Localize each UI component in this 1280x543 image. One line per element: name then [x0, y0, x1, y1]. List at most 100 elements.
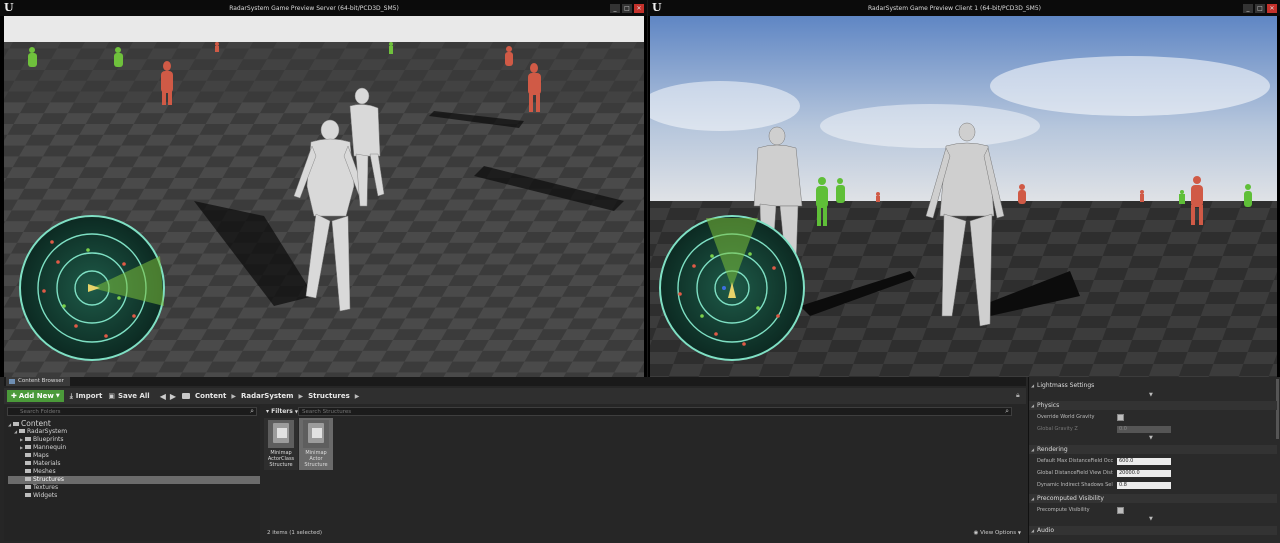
folder-icon — [25, 469, 31, 473]
server-viewport[interactable] — [4, 16, 644, 377]
breadcrumb-separator-icon[interactable]: ▶ — [355, 393, 360, 400]
lock-icon[interactable]: 🔒︎ — [1016, 391, 1022, 399]
section-rendering[interactable]: Rendering — [1029, 445, 1277, 454]
section-precomputed-visibility[interactable]: Precomputed Visibility — [1029, 494, 1277, 503]
expand-arrow-icon[interactable]: ▼ — [1149, 435, 1153, 441]
asset-name: Minimap ActorClass Structure — [267, 450, 295, 468]
tree-item-label: Materials — [33, 460, 61, 467]
property-label: Global Gravity Z — [1037, 426, 1078, 432]
tree-item-meshes[interactable]: Meshes — [8, 468, 260, 476]
folder-icon — [13, 422, 19, 426]
search-folders-input[interactable] — [8, 408, 256, 415]
breadcrumb-item[interactable]: Structures — [308, 392, 350, 400]
client-game-window[interactable]: U RadarSystem Game Preview Client 1 (64-… — [648, 0, 1280, 377]
breadcrumb-separator-icon[interactable]: ▶ — [298, 393, 303, 400]
content-browser-icon — [9, 379, 15, 384]
tree-item-label: Maps — [33, 452, 49, 459]
server-title-bar[interactable]: U RadarSystem Game Preview Server (64-bi… — [0, 0, 647, 16]
import-button[interactable]: ⤓ Import — [70, 390, 103, 402]
precompute-visibility-checkbox[interactable] — [1117, 507, 1124, 514]
asset-tile[interactable]: Minimap Actor Structure — [299, 418, 333, 470]
content-browser-tab-label: Content Browser — [18, 378, 64, 384]
global-gravity-z-field[interactable]: 0.0 — [1117, 426, 1171, 433]
tree-item-label: Content — [21, 419, 51, 428]
tree-item-label: Textures — [33, 484, 59, 491]
override-world-gravity-checkbox[interactable] — [1117, 414, 1124, 421]
asset-name: Minimap Actor Structure — [304, 450, 328, 468]
tree-item-radarsystem[interactable]: ◢ RadarSystem — [8, 428, 260, 436]
property-row: Precompute Visibility — [1029, 505, 1277, 516]
property-label: Override World Gravity — [1037, 414, 1095, 420]
view-options-button[interactable]: ◉ View Options ▼ — [974, 530, 1021, 536]
tree-item-materials[interactable]: Materials — [8, 460, 260, 468]
section-audio[interactable]: Audio — [1029, 526, 1277, 535]
global-df-view-field[interactable]: 20000.0 — [1117, 470, 1171, 477]
default-max-df-field[interactable]: 600.0 — [1117, 458, 1171, 465]
tree-item-content[interactable]: ◢ Content — [8, 419, 260, 428]
content-browser-tab[interactable]: Content Browser — [6, 377, 70, 386]
filters-label: Filters — [271, 408, 293, 415]
folder-icon — [25, 445, 31, 449]
maximize-button[interactable]: □ — [622, 3, 632, 13]
tree-item-label: Mannequin — [33, 444, 67, 451]
property-row: Global Gravity Z 0.0 — [1029, 424, 1277, 435]
assets-panel: ▾ Filters ▼ ⌕ Minimap ActorClass Structu… — [262, 405, 1026, 541]
back-arrow-icon[interactable]: ◀ — [160, 392, 166, 401]
search-folders-box: ⌕ — [7, 407, 257, 416]
section-lightmass-settings[interactable]: Lightmass Settings — [1029, 381, 1277, 390]
client-title-bar[interactable]: U RadarSystem Game Preview Client 1 (64-… — [648, 0, 1280, 16]
asset-tile[interactable]: Minimap ActorClass Structure — [264, 418, 298, 470]
tree-item-structures[interactable]: Structures — [8, 476, 260, 484]
folder-icon — [25, 477, 31, 481]
add-icon: ✚ — [11, 392, 17, 400]
folder-icon — [182, 393, 190, 399]
tree-item-textures[interactable]: Textures — [8, 484, 260, 492]
section-physics[interactable]: Physics — [1029, 401, 1277, 410]
expand-arrow-icon[interactable]: ▼ — [1149, 516, 1153, 522]
import-label: Import — [75, 392, 103, 400]
folder-icon — [25, 485, 31, 489]
section-label: Physics — [1037, 402, 1060, 409]
expand-arrow-icon[interactable]: ▼ — [1149, 392, 1153, 398]
tree-item-label: Meshes — [33, 468, 56, 475]
client-viewport[interactable] — [650, 16, 1277, 377]
section-label: Precomputed Visibility — [1037, 495, 1104, 502]
filter-icon: ▾ — [266, 408, 270, 415]
chevron-down-icon: ▼ — [1017, 530, 1021, 535]
add-new-button[interactable]: ✚ Add New ▼ — [7, 390, 64, 402]
tree-item-label: Widgets — [33, 492, 58, 499]
server-game-window[interactable]: U RadarSystem Game Preview Server (64-bi… — [0, 0, 647, 377]
search-icon: ⌕ — [250, 407, 254, 415]
save-all-label: Save All — [117, 392, 150, 400]
search-assets-box: ⌕ — [298, 407, 1012, 416]
breadcrumb-item[interactable]: Content — [195, 392, 226, 400]
search-icon: ⌕ — [1005, 407, 1009, 415]
eye-icon: ◉ — [973, 530, 979, 536]
tree-item-mannequin[interactable]: ▶ Mannequin — [8, 444, 260, 452]
breadcrumb-separator-icon[interactable]: ▶ — [231, 393, 236, 400]
dynamic-indirect-shadows-field[interactable]: 0.8 — [1117, 482, 1171, 489]
maximize-button[interactable]: □ — [1255, 3, 1265, 13]
breadcrumb: Content ▶ RadarSystem ▶ Structures ▶ — [182, 392, 359, 400]
property-label: Global DistanceField View Dist — [1037, 470, 1113, 476]
forward-arrow-icon[interactable]: ▶ — [170, 392, 176, 401]
unreal-logo-icon: U — [652, 1, 662, 14]
add-new-label: Add New — [18, 392, 54, 400]
property-label: Default Max DistanceField Occ — [1037, 458, 1114, 464]
minimize-button[interactable]: _ — [1243, 3, 1253, 13]
tree-item-widgets[interactable]: Widgets — [8, 492, 260, 500]
search-assets-input[interactable] — [299, 408, 1011, 415]
structure-asset-icon — [268, 420, 294, 448]
property-row: Dynamic Indirect Shadows Sel 0.8 — [1029, 480, 1277, 491]
tree-item-blueprints[interactable]: ▶ Blueprints — [8, 436, 260, 444]
tree-item-maps[interactable]: Maps — [8, 452, 260, 460]
screen: U RadarSystem Game Preview Server (64-bi… — [0, 0, 1280, 543]
close-button[interactable]: ✕ — [1267, 3, 1277, 13]
folders-panel: ⌕ ◢Content ◢RadarSystem ▶Blueprints ▶Man… — [4, 405, 260, 541]
save-all-button[interactable]: ▣ Save All — [108, 390, 149, 402]
item-count-status: 2 items (1 selected) — [267, 530, 323, 536]
close-button[interactable]: ✕ — [634, 3, 644, 13]
breadcrumb-item[interactable]: RadarSystem — [241, 392, 293, 400]
filters-button[interactable]: ▾ Filters ▼ — [266, 407, 298, 416]
minimize-button[interactable]: _ — [610, 3, 620, 13]
